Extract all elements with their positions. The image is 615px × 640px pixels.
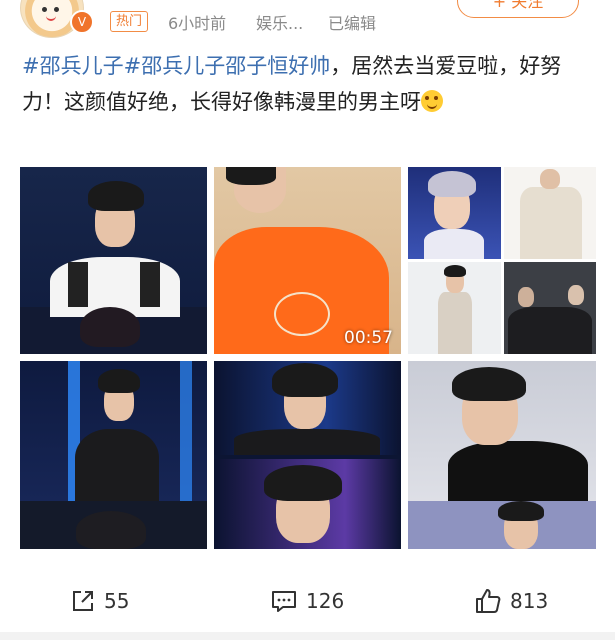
thumbs-up-icon [476, 589, 501, 613]
video-duration: 00:57 [344, 328, 393, 348]
like-button[interactable]: 813 [474, 578, 548, 624]
verified-icon: V [70, 10, 94, 34]
comment-icon [272, 591, 296, 612]
hashtag-link[interactable]: #邵兵儿子 [22, 54, 124, 78]
post-text: #邵兵儿子#邵兵儿子邵子恒好帅，居然去当爱豆啦，好努力！这颜值好绝，长得好像韩漫… [22, 48, 597, 120]
video-thumbnail[interactable]: 00:57 [214, 167, 401, 354]
photo-1[interactable] [20, 167, 207, 354]
divider [0, 632, 615, 640]
hashtag-link[interactable]: #邵兵儿子邵子恒好帅 [124, 54, 331, 78]
photo-4[interactable] [20, 361, 207, 549]
action-bar: 55 126 813 [0, 578, 615, 624]
comment-count: 126 [306, 589, 345, 613]
repost-icon [73, 591, 93, 611]
post-header: V 热门 6小时前 娱乐... 已编辑 + 关注 [0, 0, 615, 40]
repost-button[interactable]: 55 [70, 578, 129, 624]
post-time: 6小时前 [168, 14, 227, 33]
photo-6[interactable] [408, 361, 596, 549]
follow-button[interactable]: + 关注 [457, 0, 579, 18]
avatar-face-icon [39, 5, 63, 21]
hot-badge: 热门 [110, 11, 149, 32]
photo-5[interactable] [214, 361, 401, 549]
emoji-icon [421, 90, 443, 112]
edited-label: 已编辑 [328, 14, 377, 33]
photo-3[interactable] [408, 167, 596, 354]
repost-count: 55 [104, 589, 130, 613]
like-count: 813 [510, 589, 549, 613]
comment-button[interactable]: 126 [270, 578, 344, 624]
post-source[interactable]: 娱乐... [256, 10, 303, 34]
image-grid: 00:57 [20, 167, 596, 549]
